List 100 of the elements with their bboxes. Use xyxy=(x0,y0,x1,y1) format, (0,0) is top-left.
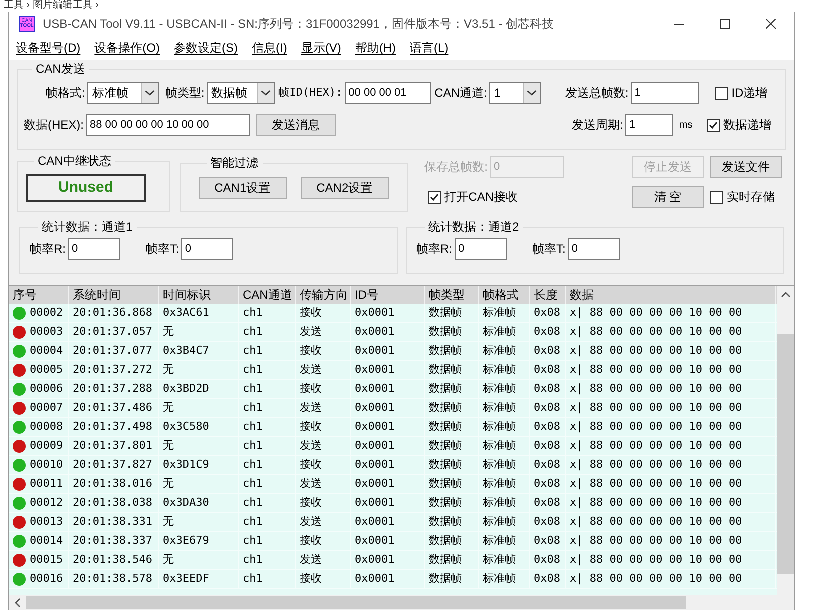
frame-rate-field[interactable]: 0 xyxy=(181,238,234,260)
table-cell-text: 无 xyxy=(163,552,174,568)
table-cell-text: 0x08 xyxy=(534,438,560,454)
table-cell-text: 标准帧 xyxy=(483,514,516,530)
table-cell-text: 0x0001 xyxy=(355,532,395,549)
group-title: 统计数据：通道1 xyxy=(42,220,133,234)
table-cell-text: 无 xyxy=(163,324,174,340)
table-cell-text: ch1 xyxy=(243,324,263,340)
table-cell-text: x| 88 00 00 00 00 10 00 00 xyxy=(570,456,742,473)
table-cell-text: 0x08 xyxy=(534,532,560,549)
frame-rate-field[interactable]: 0 xyxy=(454,238,506,260)
column-header[interactable]: 长度 xyxy=(530,286,566,304)
table-cell-text: ch1 xyxy=(243,494,263,511)
table-cell-text: 00003 xyxy=(30,324,64,340)
table-cell-text: ch1 xyxy=(243,570,263,587)
table-cell-text: 数据帧 xyxy=(429,534,462,549)
group-title: CAN发送 xyxy=(36,62,86,76)
table-cell-text: x| 88 00 00 00 00 10 00 00 xyxy=(570,476,742,492)
table-cell-text: 标准帧 xyxy=(483,438,516,454)
table-cell-text: 0x3C580 xyxy=(163,418,210,435)
checkbox[interactable] xyxy=(714,86,728,100)
channel-select[interactable]: 1 xyxy=(489,82,542,104)
table-cell-text: 0x08 xyxy=(534,476,560,492)
table-cell-text: 数据帧 xyxy=(429,438,462,454)
table-cell-text: 00013 xyxy=(30,514,64,530)
table-cell-text: 00004 xyxy=(30,342,64,359)
table-cell-text: x| 88 00 00 00 00 10 00 00 xyxy=(570,494,742,511)
period-field[interactable]: 1 xyxy=(625,114,674,136)
column-header[interactable]: 序号 xyxy=(9,286,69,304)
column-header[interactable]: 系统时间 xyxy=(69,286,159,304)
checkbox[interactable] xyxy=(428,190,441,204)
table-cell-text: 发送 xyxy=(300,476,322,492)
table-cell-text: ch1 xyxy=(243,304,263,321)
clear-button[interactable]: 清 空 xyxy=(632,186,704,208)
field-label: 帧ID(HEX): xyxy=(278,84,343,101)
table-cell-text: 标准帧 xyxy=(483,534,516,549)
checkbox[interactable] xyxy=(706,118,720,132)
menu-item[interactable]: 帮助(H) xyxy=(355,39,396,57)
chevron-down-icon xyxy=(256,83,274,103)
column-header[interactable]: ID号 xyxy=(351,286,425,304)
column-header[interactable]: 帧类型 xyxy=(425,286,479,304)
frame-id-field[interactable]: 00 00 00 01 xyxy=(344,82,431,104)
table-cell-text: 00011 xyxy=(30,476,64,492)
field-label: 发送总帧数: xyxy=(565,85,629,102)
maximize-icon xyxy=(720,19,730,29)
column-header[interactable]: 帧格式 xyxy=(479,286,530,304)
frame-type-select[interactable]: 数据帧 xyxy=(206,82,275,104)
frame-rate-field[interactable]: 0 xyxy=(68,238,120,260)
total-frames-field[interactable]: 1 xyxy=(630,82,699,104)
send-message-button[interactable]: 发送消息 xyxy=(256,114,336,136)
table-cell-text: 0x0001 xyxy=(355,438,395,454)
frame-rate-field[interactable]: 0 xyxy=(568,238,620,260)
table-cell-text: 0x0001 xyxy=(355,418,395,435)
table-cell-text: 0x3B4C7 xyxy=(163,342,210,359)
menu-item[interactable]: 显示(V) xyxy=(301,39,342,57)
menu-item[interactable]: 参数设定(S) xyxy=(174,39,238,57)
table-cell-text: 标准帧 xyxy=(483,306,516,321)
frame-format-select[interactable]: 标准帧 xyxy=(87,82,160,104)
data-field[interactable]: 88 00 00 00 00 10 00 00 xyxy=(86,114,250,136)
table-cell-text: 无 xyxy=(163,362,174,378)
send-file-button[interactable]: 发送文件 xyxy=(710,156,782,178)
column-header[interactable]: CAN通道 xyxy=(239,286,296,304)
table-cell-text: x| 88 00 00 00 00 10 00 00 xyxy=(570,380,742,397)
table-cell-text: 标准帧 xyxy=(483,420,516,435)
table-cell-text: 20:01:37.486 xyxy=(73,400,152,416)
checkbox-label: ID递增 xyxy=(732,85,768,102)
table-cell-text: 发送 xyxy=(300,362,322,378)
table-cell-text: 00009 xyxy=(30,438,64,454)
table-cell-text: 20:01:37.077 xyxy=(73,342,152,359)
table-cell-text: ch1 xyxy=(243,418,263,435)
column-header[interactable]: 数据 xyxy=(566,286,776,304)
filter-settings-button[interactable]: CAN2设置 xyxy=(300,177,389,199)
table-cell-text: 数据帧 xyxy=(429,458,462,473)
table-cell-text: 接收 xyxy=(300,572,322,587)
table-cell-text: ch1 xyxy=(243,400,263,416)
menu-item[interactable]: 设备操作(O) xyxy=(94,39,160,57)
scroll-left-icon xyxy=(14,598,20,608)
filter-settings-button[interactable]: CAN1设置 xyxy=(198,177,287,199)
table-cell-text: 00010 xyxy=(30,456,64,473)
menu-item[interactable]: 语言(L) xyxy=(410,39,449,57)
table-cell-text: 数据帧 xyxy=(429,362,462,378)
table-cell-text: 0x3E679 xyxy=(163,532,210,549)
table-cell-text: 0x08 xyxy=(534,514,560,530)
menu-item[interactable]: 设备型号(D) xyxy=(16,39,81,57)
menu-item[interactable]: 信息(I) xyxy=(252,39,288,57)
table-cell-text: x| 88 00 00 00 00 10 00 00 xyxy=(570,570,742,587)
table-cell-text: 00006 xyxy=(30,380,64,397)
table-cell-text: 0x08 xyxy=(534,456,560,473)
table-cell-text: 接收 xyxy=(300,382,322,397)
table-cell-text: 0x0001 xyxy=(355,494,395,511)
checkbox[interactable] xyxy=(710,190,723,204)
table-cell-text: ch1 xyxy=(243,532,263,549)
column-header[interactable]: 传输方向 xyxy=(296,286,351,304)
table-cell-text: 数据帧 xyxy=(429,476,462,492)
table-cell-text: 数据帧 xyxy=(429,552,462,568)
column-header[interactable]: 时间标识 xyxy=(159,286,239,304)
table-cell-text: 无 xyxy=(163,476,174,492)
table-cell-text: 标准帧 xyxy=(483,400,516,416)
table-cell-text: x| 88 00 00 00 00 10 00 00 xyxy=(570,552,742,568)
table-cell-text: 0x08 xyxy=(534,362,560,378)
